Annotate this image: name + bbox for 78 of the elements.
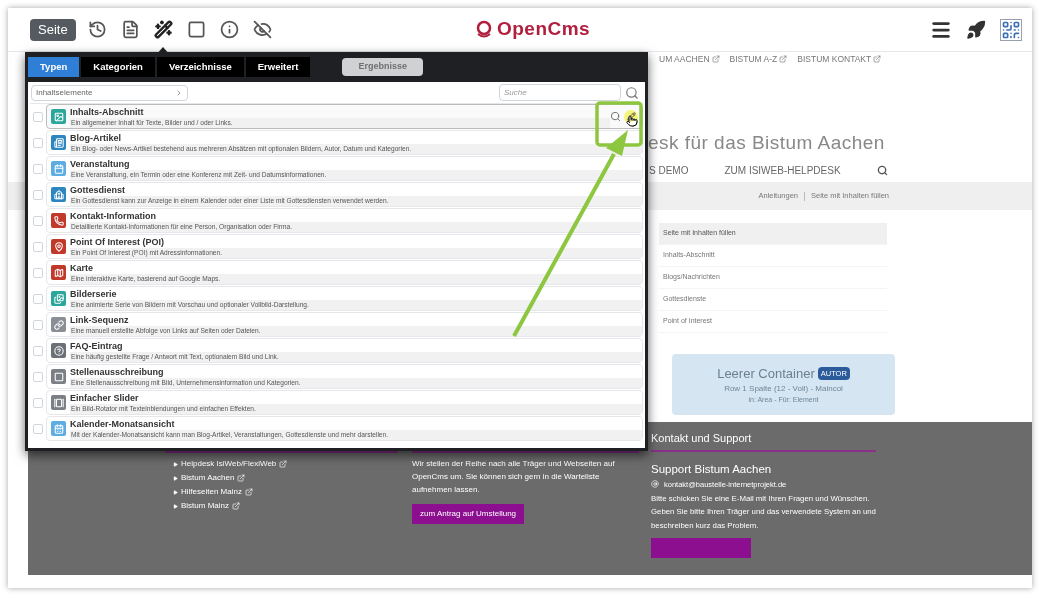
search-icon[interactable] [625,85,639,100]
item-title: Bilderserie [70,288,118,300]
checkbox[interactable] [33,371,43,382]
site-title: esk für das Bistum Aachen [648,131,885,155]
document-icon[interactable] [120,20,140,39]
at-icon [651,480,659,489]
type-dropdown[interactable]: Inhaltselemente [31,84,188,101]
item-title: FAQ-Eintrag [70,340,124,352]
bullet-icon [173,475,178,481]
history-icon[interactable] [87,20,107,39]
item-title: Karte [70,262,94,274]
footer-link[interactable]: Bistum Aachen [181,471,235,485]
checkbox[interactable] [33,397,43,408]
footer-link[interactable]: Hilfeseiten Mainz [181,485,242,499]
search-icon[interactable] [610,111,621,122]
logo-icon [475,19,493,38]
item-title: Kalender-Monatsansicht [70,418,176,430]
item-title: Point Of Interest (POI) [70,236,165,248]
application-button[interactable]: zum Antrag auf Umstellung [412,504,525,524]
item-title: Stellenausschreibung [70,366,165,378]
external-link-icon [279,460,288,468]
top-nav-link[interactable]: BISTUM KONTAKT [797,53,872,66]
highlight-frame [595,101,643,147]
checkbox[interactable] [33,345,43,356]
tab[interactable]: Typen [28,57,80,77]
nav-link[interactable]: ZUM ISIWEB-HELPDESK [724,162,841,178]
checkbox[interactable] [33,137,43,148]
external-link-icon [779,55,788,64]
external-link-icon [711,55,720,64]
tab[interactable]: Erweitert [245,57,311,77]
container-title: Leerer Container [717,364,815,383]
rectangle-icon[interactable] [186,20,206,39]
search-icon[interactable] [877,164,888,176]
checkbox[interactable] [33,215,43,226]
rocket-icon[interactable] [966,19,986,40]
checkbox[interactable] [33,163,43,174]
item-title: Link-Sequenz [70,314,130,326]
qr-code-icon[interactable] [1000,18,1022,41]
bullet-icon [173,489,178,495]
item-title: Einfacher Slider [70,392,140,404]
top-nav-link[interactable]: BISTUM A-Z [729,53,778,66]
caret-icon [175,88,183,97]
item-title: Inhalts-Abschnitt [70,106,145,118]
eye-off-icon[interactable] [252,20,272,39]
item-title: Kontakt-Information [70,210,157,222]
wand-icon[interactable] [153,20,173,39]
checkbox[interactable] [33,293,43,304]
tab[interactable]: Kategorien [81,57,155,77]
checkbox[interactable] [33,111,43,122]
checkbox[interactable] [33,267,43,278]
hand-cursor-icon [626,114,638,127]
nav-link[interactable]: S DEMO [649,162,689,178]
item-title: Blog-Artikel [70,132,122,144]
logo-text: OpenCms [497,19,591,38]
footer-heading: Kontakt und Support [651,431,753,446]
item-title: Gottesdienst [70,184,126,196]
info-icon[interactable] [219,20,239,39]
page-button[interactable]: Seite [30,18,76,41]
search-field[interactable]: Suche [499,84,621,101]
external-link-icon [244,488,253,496]
checkbox[interactable] [33,241,43,252]
support-button[interactable] [651,538,751,559]
checkbox[interactable] [33,423,43,434]
external-link-icon [237,474,246,482]
checkbox[interactable] [33,319,43,330]
external-link-icon [873,55,882,64]
footer-link[interactable]: Bistum Mainz [181,499,229,513]
top-nav-link[interactable]: UM AACHEN [659,53,710,66]
support-title: Support Bistum Aachen [651,461,773,477]
footer-text: Wir stellen der Reihe nach alle Träger und Webseiten auf OpenCms um. Sie können sich gern in die Warteliste aufnehmen lassen. [412,458,616,496]
container-info: Row 1 Spalte (12 - Voll) - Maincol [724,383,843,395]
bullet-icon [173,461,178,467]
bullet-icon [173,503,178,509]
footer-link[interactable]: Helpdesk IsiWeb/FlexiWeb [181,457,277,471]
item-title: Veranstaltung [70,158,131,170]
tab[interactable]: Verzeichnisse [156,57,244,77]
external-link-icon [232,502,240,510]
checkbox[interactable] [33,189,43,200]
